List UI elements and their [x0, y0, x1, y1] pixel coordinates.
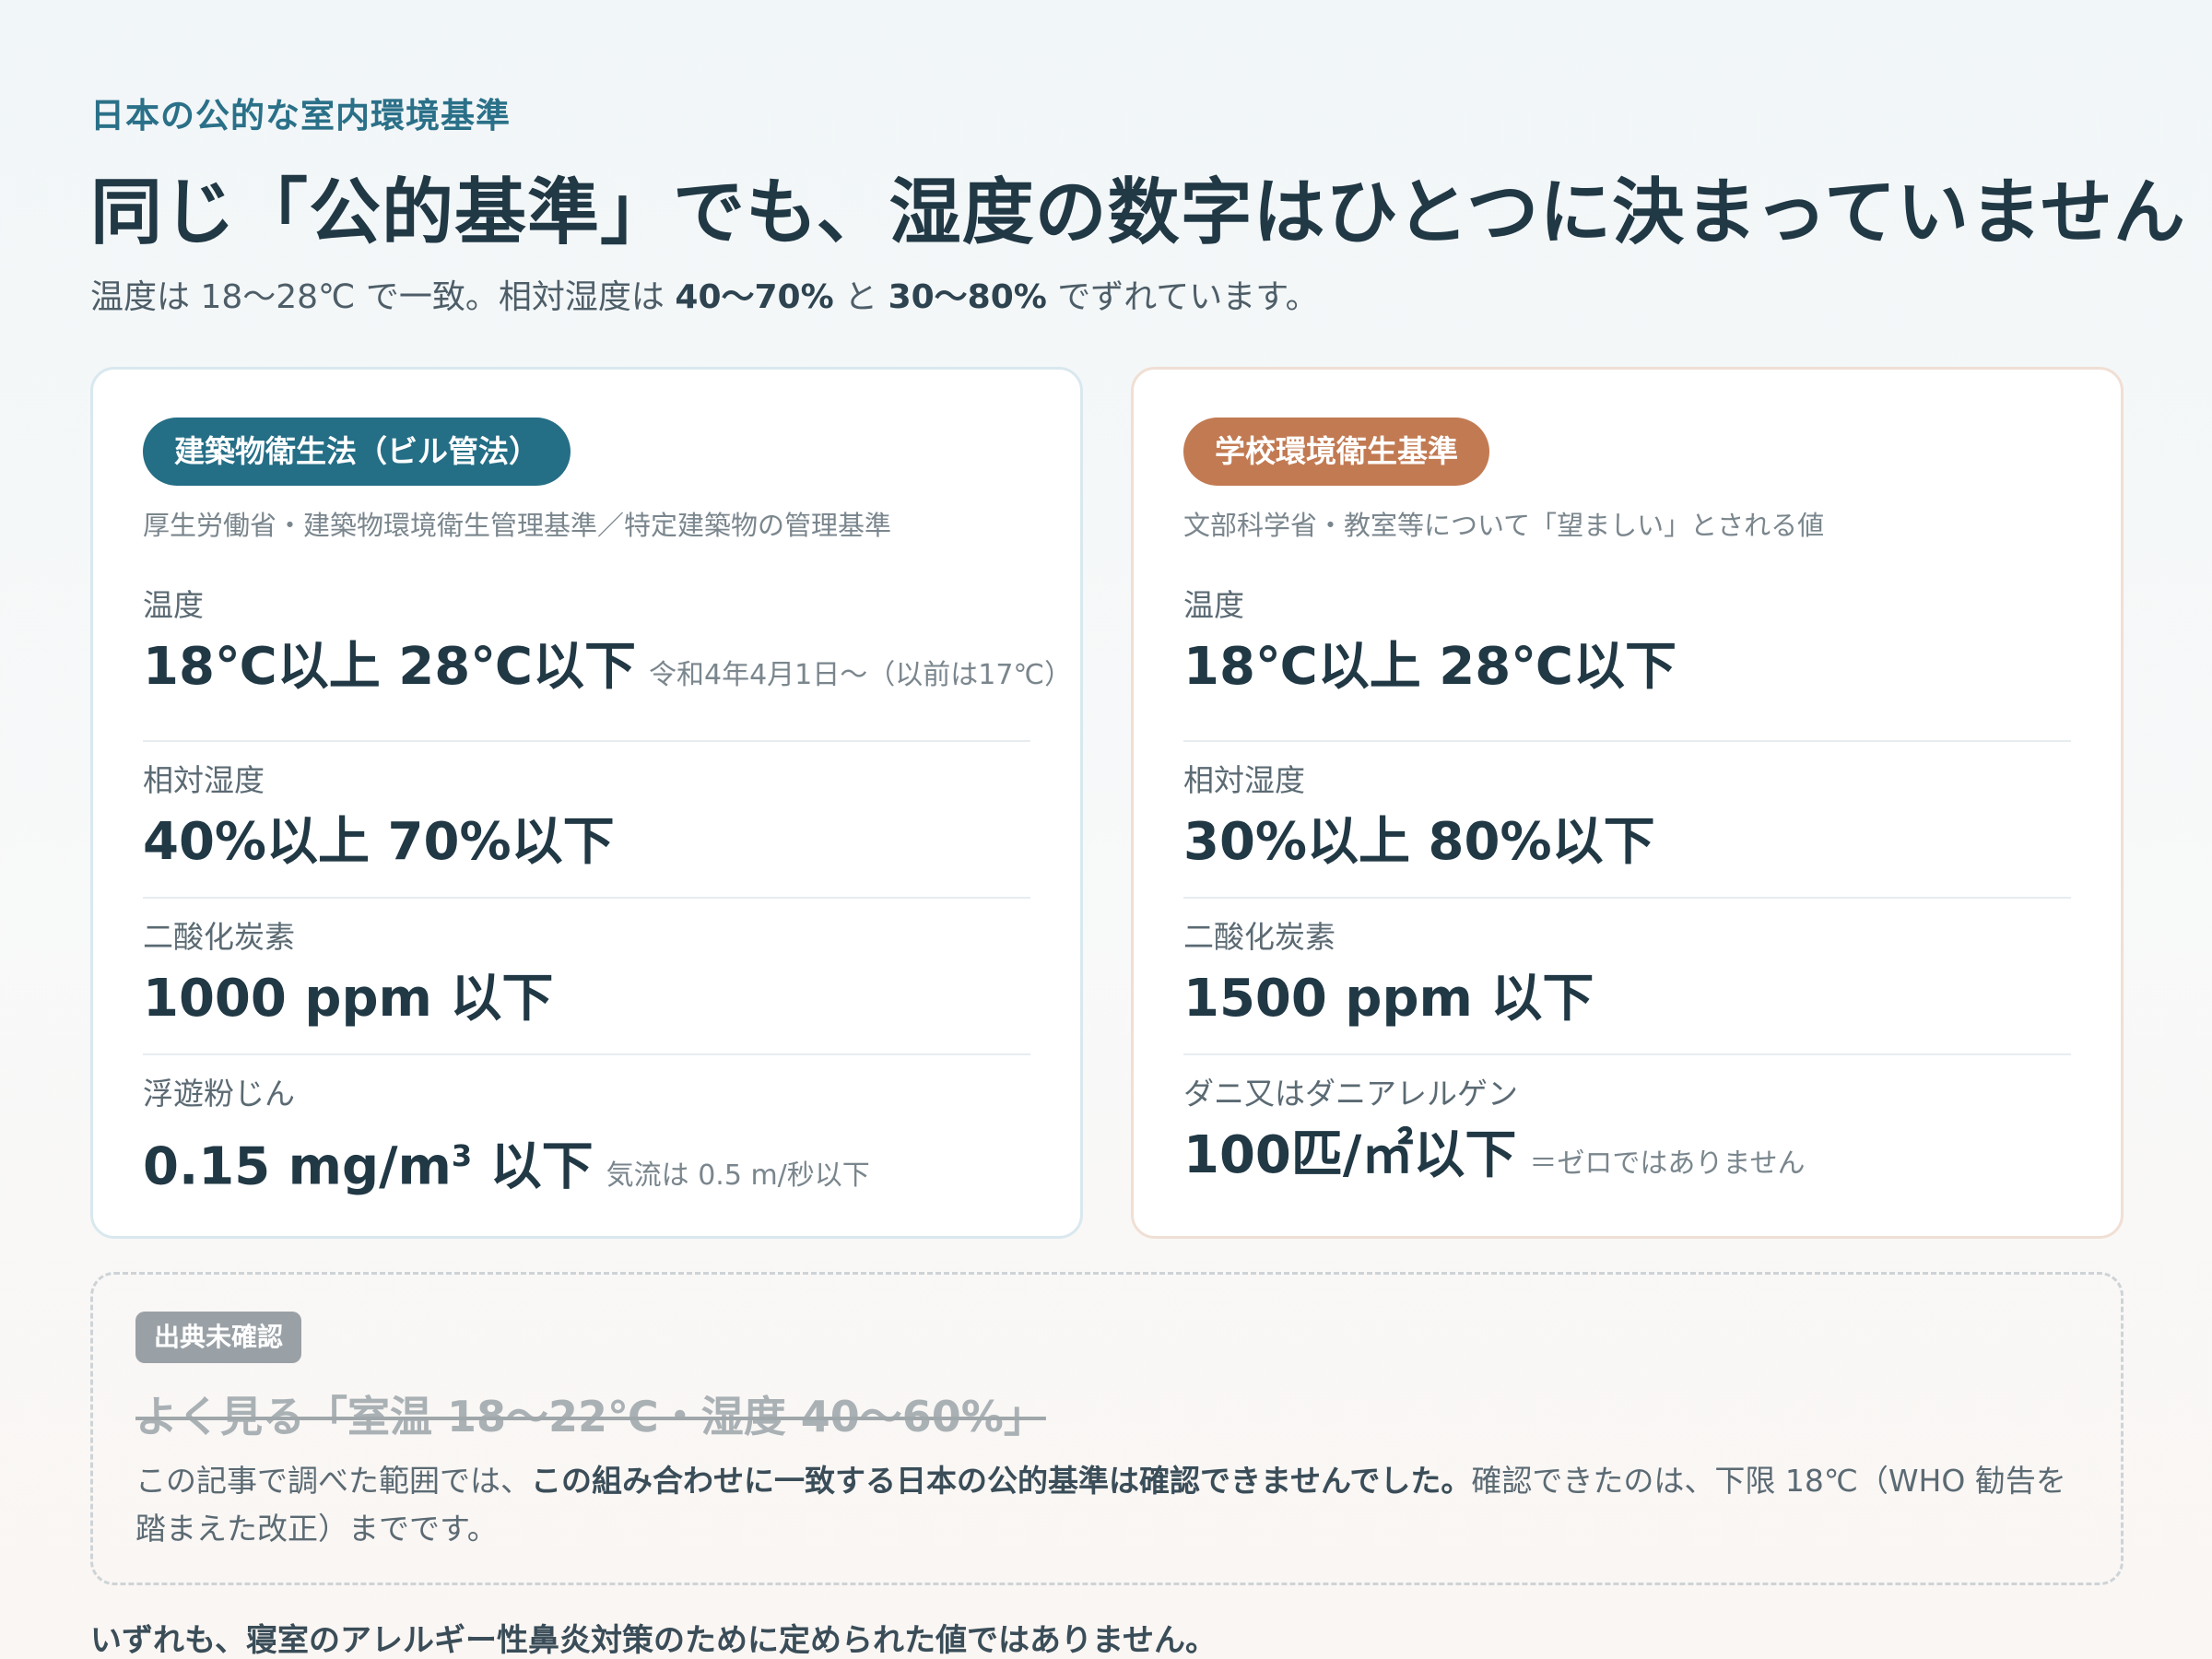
criterion-label: 浮遊粉じん [143, 1076, 295, 1112]
subtitle-range-building: 40〜70% [675, 278, 834, 316]
criterion-label: ダニ又はダニアレルゲン [1183, 1076, 1518, 1112]
criterion-value-text: 100匹/㎡以下 [1183, 1125, 1517, 1185]
school-standard-rows: 温度 18℃以上 28℃以下 相対湿度 30%以上 80%以下 二酸化炭素 15… [1183, 585, 2071, 1212]
school-standard-source: 文部科学省・教室等について「望ましい」とされる値 [1183, 510, 1825, 541]
criterion-value-text: 0.15 mg/m [143, 1136, 452, 1197]
criterion-label: 相対湿度 [1183, 762, 1305, 798]
footer-note: いずれも、寝室のアレルギー性鼻炎対策のために定められた値ではありません。 [90, 1622, 1217, 1659]
criterion-label: 温度 [143, 587, 204, 623]
criterion-value-text: 18℃以上 28℃以下 [1183, 637, 1677, 697]
criterion-value-exponent: 3 [451, 1138, 473, 1173]
criterion-label: 二酸化炭素 [1183, 919, 1335, 955]
page-title: 同じ「公的基準」でも、湿度の数字はひとつに決まっていません [90, 171, 2186, 254]
criterion-value: 100匹/㎡以下 ＝ゼロではありません [1183, 1124, 2071, 1196]
criterion-value-suffix: 以下 [472, 1136, 594, 1197]
criterion-row: 相対湿度 30%以上 80%以下 [1183, 742, 2071, 899]
school-standard-card: 学校環境衛生基準 文部科学省・教室等について「望ましい」とされる値 温度 18℃… [1131, 367, 2124, 1239]
criterion-note: 気流は 0.5 m/秒以下 [606, 1159, 870, 1192]
building-standard-source: 厚生労働省・建築物環境衛生管理基準／特定建築物の管理基準 [143, 510, 892, 541]
criterion-value: 1500 ppm 以下 [1183, 967, 2071, 1031]
building-standard-card: 建築物衛生法（ビル管法） 厚生労働省・建築物環境衛生管理基準／特定建築物の管理基… [90, 367, 1083, 1239]
criterion-row: 二酸化炭素 1000 ppm 以下 [143, 899, 1030, 1055]
criterion-value-text: 1000 ppm 以下 [143, 969, 554, 1029]
unverified-explanation: この記事で調べた範囲では、この組み合わせに一致する日本の公的基準は確認できません… [135, 1457, 2078, 1553]
subtitle-text: 温度は 18〜28℃ で一致。相対湿度は [90, 278, 676, 316]
criterion-value: 18℃以上 28℃以下 令和4年4月1日〜（以前は17℃） [143, 635, 1072, 708]
criterion-row: 相対湿度 40%以上 70%以下 [143, 742, 1030, 899]
criterion-value: 40%以上 70%以下 [143, 810, 1030, 875]
criterion-label: 相対湿度 [143, 762, 265, 798]
subtitle-text: でずれています。 [1046, 278, 1319, 316]
criterion-note: ＝ゼロではありません [1529, 1147, 1806, 1180]
criterion-label: 温度 [1183, 587, 1244, 623]
school-standard-badge: 学校環境衛生基準 [1183, 418, 1489, 486]
criterion-value: 1000 ppm 以下 [143, 967, 1030, 1031]
explanation-text: この記事で調べた範囲では、 [135, 1463, 531, 1499]
criterion-value-text: 1500 ppm 以下 [1183, 969, 1594, 1029]
subtitle-range-school: 30〜80% [888, 278, 1047, 316]
criterion-value-text: 18℃以上 28℃以下 [143, 637, 636, 697]
eyebrow: 日本の公的な室内環境基準 [90, 96, 511, 135]
criterion-row: 温度 18℃以上 28℃以下 [1183, 585, 2071, 742]
criterion-row: 浮遊粉じん 0.15 mg/m3 以下 気流は 0.5 m/秒以下 [143, 1055, 1030, 1212]
building-standard-badge: 建築物衛生法（ビル管法） [143, 418, 571, 486]
criterion-note: 令和4年4月1日〜（以前は17℃） [648, 659, 1073, 691]
unverified-claim-box: 出典未確認 よく見る「室温 18〜22℃・湿度 40〜60%」 この記事で調べた… [90, 1272, 2124, 1585]
criterion-value-text: 40%以上 70%以下 [143, 812, 615, 872]
criterion-row: 二酸化炭素 1500 ppm 以下 [1183, 899, 2071, 1055]
struck-claim: よく見る「室温 18〜22℃・湿度 40〜60%」 [135, 1392, 1046, 1441]
explanation-emphasis: この組み合わせに一致する日本の公的基準は確認できませんでした。 [531, 1463, 1472, 1499]
building-standard-rows: 温度 18℃以上 28℃以下 令和4年4月1日〜（以前は17℃） 相対湿度 40%… [143, 585, 1072, 1212]
criterion-value: 18℃以上 28℃以下 [1183, 635, 2071, 700]
criterion-value: 30%以上 80%以下 [1183, 810, 2071, 875]
subtitle-text: と [833, 278, 888, 316]
criterion-value-text: 30%以上 80%以下 [1183, 812, 1655, 872]
criterion-row: ダニ又はダニアレルゲン 100匹/㎡以下 ＝ゼロではありません [1183, 1055, 2071, 1212]
unverified-tag: 出典未確認 [135, 1312, 302, 1363]
page-subtitle: 温度は 18〜28℃ で一致。相対湿度は 40〜70% と 30〜80% でずれ… [90, 270, 1319, 318]
criterion-row: 温度 18℃以上 28℃以下 令和4年4月1日〜（以前は17℃） [143, 585, 1072, 742]
criterion-label: 二酸化炭素 [143, 919, 295, 955]
criterion-value: 0.15 mg/m3 以下 気流は 0.5 m/秒以下 [143, 1124, 1030, 1208]
